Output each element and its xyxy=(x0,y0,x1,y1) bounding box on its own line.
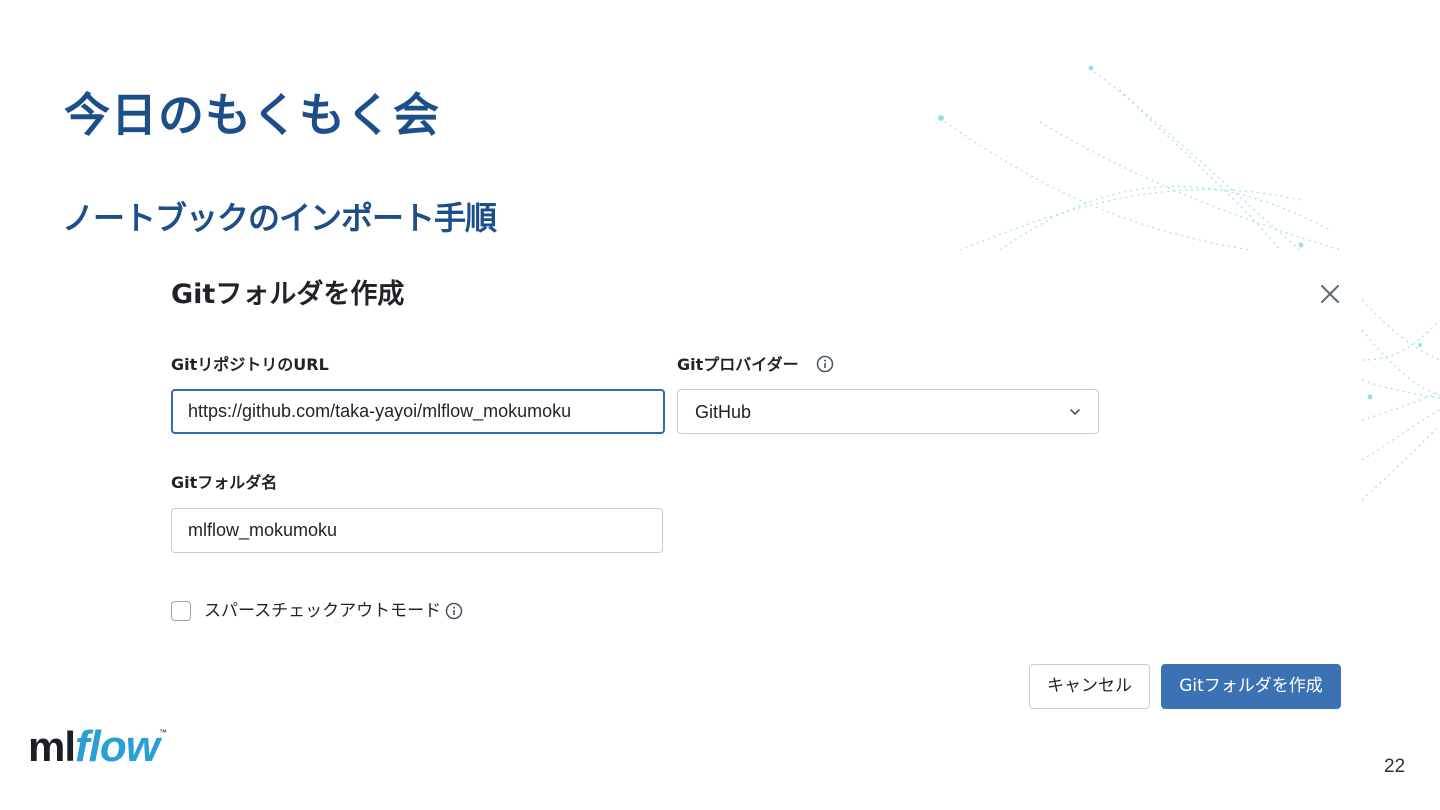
dialog-title: Gitフォルダを作成 xyxy=(171,279,405,310)
logo-flow-text: flow xyxy=(75,722,160,771)
chevron-down-icon xyxy=(1070,409,1080,415)
provider-label: Gitプロバイダー xyxy=(677,355,799,374)
info-icon[interactable] xyxy=(445,602,463,620)
create-git-folder-button[interactable]: Gitフォルダを作成 xyxy=(1161,664,1341,709)
folder-name-label: Gitフォルダ名 xyxy=(171,473,278,492)
mlflow-logo: mlflow™ xyxy=(28,722,167,786)
sparse-checkout-label: スパースチェックアウトモード xyxy=(204,601,442,621)
close-icon xyxy=(1321,285,1339,303)
info-icon[interactable] xyxy=(816,355,834,373)
close-button[interactable] xyxy=(1314,278,1346,310)
repo-url-label: GitリポジトリのURL xyxy=(171,355,329,374)
logo-trademark: ™ xyxy=(159,728,167,737)
sparse-checkout-checkbox[interactable] xyxy=(171,601,191,621)
provider-select-value: GitHub xyxy=(695,402,752,422)
slide-subtitle: ノートブックのインポート手順 xyxy=(62,199,497,237)
page-number: 22 xyxy=(1384,756,1406,777)
repo-url-input[interactable] xyxy=(171,389,665,434)
provider-select[interactable]: GitHub xyxy=(677,389,1099,434)
slide-title: 今日のもくもく会 xyxy=(64,88,440,142)
logo-ml-text: ml xyxy=(28,723,76,770)
folder-name-input[interactable] xyxy=(171,508,663,553)
cancel-button[interactable]: キャンセル xyxy=(1029,664,1150,709)
